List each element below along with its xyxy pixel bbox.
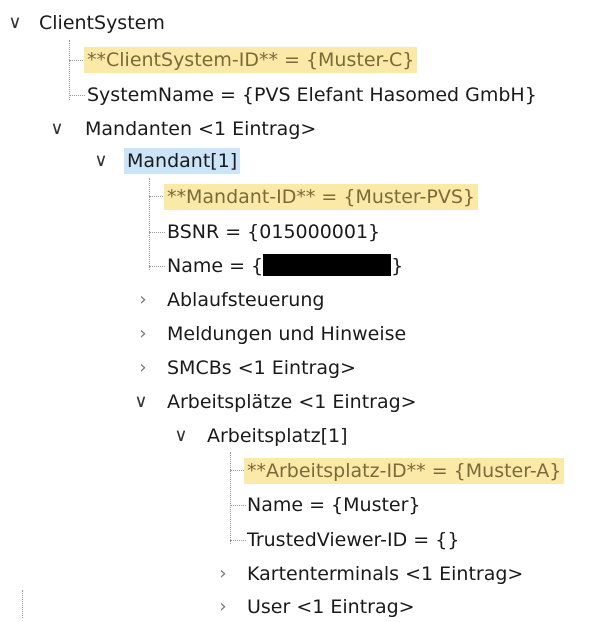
tree-node-arbeitsplaetze[interactable]: ∨ Arbeitsplätze <1 Eintrag> (0, 387, 440, 417)
tree-node-name[interactable]: Name = {} (0, 251, 420, 281)
tree-node-clientsystem[interactable]: ∨ ClientSystem (0, 8, 200, 38)
tree-node-arbeitsplatz-id[interactable]: **Arbeitsplatz-ID** = {Muster-A} (0, 456, 606, 486)
name-prefix: Name = { (167, 255, 264, 277)
node-label: Name = {} (164, 253, 406, 279)
node-label: SMCBs <1 Eintrag> (167, 357, 356, 379)
node-label: TrustedViewer-ID = {} (247, 529, 460, 551)
chevron-down-icon[interactable]: ∨ (132, 387, 150, 417)
chevron-right-icon[interactable]: › (134, 285, 152, 315)
tree-node-arbeitsplatz[interactable]: ∨ Arbeitsplatz[1] (0, 421, 400, 451)
tree-node-kartenterminals[interactable]: › Kartenterminals <1 Eintrag> (0, 559, 580, 589)
node-label: **ClientSystem-ID** = {Muster-C} (84, 47, 418, 73)
tree-node-trusted-viewer[interactable]: TrustedViewer-ID = {} (0, 525, 500, 555)
node-label: ClientSystem (39, 12, 165, 34)
node-label: Arbeitsplätze <1 Eintrag> (167, 391, 417, 413)
node-label: Name = {Muster} (247, 494, 421, 516)
node-label: SystemName = {PVS Elefant Hasomed GmbH} (87, 84, 537, 106)
chevron-down-icon[interactable]: ∨ (92, 146, 110, 176)
node-label: **Arbeitsplatz-ID** = {Muster-A} (244, 458, 565, 484)
node-label: User <1 Eintrag> (247, 596, 415, 618)
tree-view: ∨ ClientSystem **ClientSystem-ID** = {Mu… (0, 0, 606, 618)
tree-node-systemname[interactable]: SystemName = {PVS Elefant Hasomed GmbH} (0, 80, 537, 110)
chevron-down-icon[interactable]: ∨ (48, 114, 66, 144)
tree-node-mandant-id[interactable]: **Mandant-ID** = {Muster-PVS} (0, 182, 520, 212)
node-label: Mandanten <1 Eintrag> (85, 118, 317, 140)
chevron-right-icon[interactable]: › (134, 319, 152, 349)
tree-node-mandant[interactable]: ∨ Mandant[1] (0, 146, 260, 176)
node-label: Ablaufsteuerung (167, 289, 325, 311)
node-label: **Mandant-ID** = {Muster-PVS} (164, 184, 478, 210)
tree-node-smcbs[interactable]: › SMCBs <1 Eintrag> (0, 353, 400, 383)
chevron-down-icon[interactable]: ∨ (6, 8, 24, 38)
tree-node-meldungen[interactable]: › Meldungen und Hinweise (0, 319, 440, 349)
node-label: Arbeitsplatz[1] (207, 425, 348, 447)
tree-node-ablaufsteuerung[interactable]: › Ablaufsteuerung (0, 285, 400, 315)
redacted-value (263, 254, 392, 276)
tree-node-clientsystem-id[interactable]: **ClientSystem-ID** = {Muster-C} (0, 45, 420, 75)
node-label: Kartenterminals <1 Eintrag> (247, 563, 524, 585)
chevron-down-icon[interactable]: ∨ (172, 421, 190, 451)
chevron-right-icon[interactable]: › (134, 353, 152, 383)
chevron-right-icon[interactable]: › (214, 559, 232, 589)
node-label: Mandant[1] (124, 148, 241, 174)
tree-node-mandanten[interactable]: ∨ Mandanten <1 Eintrag> (0, 114, 320, 144)
tree-node-bsnr[interactable]: BSNR = {015000001} (0, 217, 420, 247)
tree-node-ap-name[interactable]: Name = {Muster} (0, 490, 460, 520)
name-suffix: } (391, 255, 404, 277)
node-label: Meldungen und Hinweise (167, 323, 407, 345)
node-label: BSNR = {015000001} (167, 221, 381, 243)
